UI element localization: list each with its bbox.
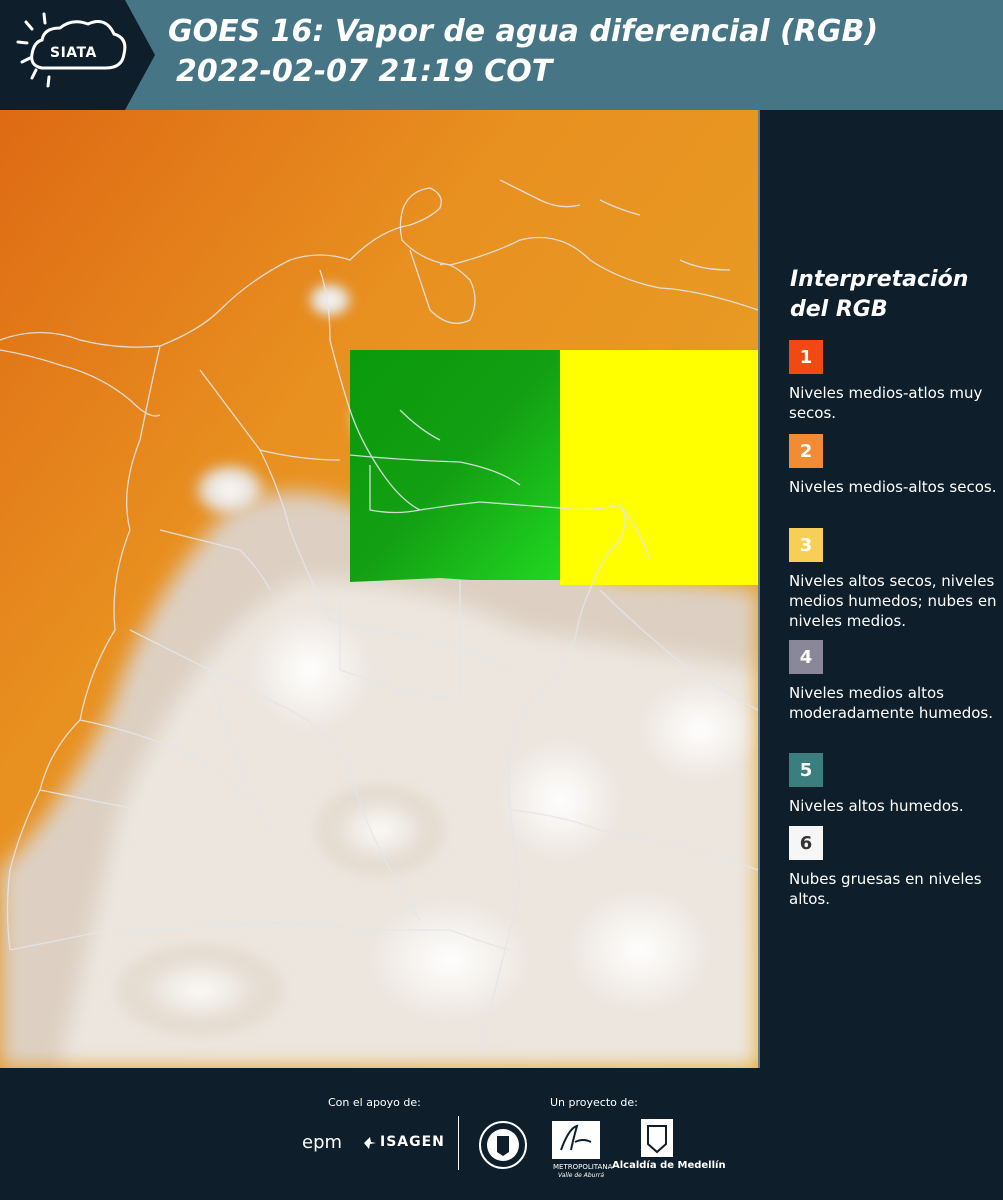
legend-item: 3 Niveles altos secos, niveles medios hu…: [789, 528, 999, 631]
legend-panel: Interpretación del RGB 1 Niveles medios-…: [758, 110, 1003, 1068]
legend-item: 4 Niveles medios altos moderadamente hum…: [789, 640, 999, 723]
legend-text: Nubes gruesas en niveles altos.: [789, 870, 982, 908]
seal-icon: [479, 1121, 527, 1169]
epm-logo: epm: [302, 1132, 343, 1153]
legend-swatch: 1: [789, 340, 823, 374]
legend-text: Niveles medios-atlos muy secos.: [789, 384, 983, 422]
satellite-image: [0, 110, 758, 1068]
legend-title: Interpretación del RGB: [790, 267, 969, 322]
alcaldia-shield-icon: [641, 1119, 673, 1157]
legend-item: 5 Niveles altos humedos.: [789, 753, 999, 816]
legend-text: Niveles altos secos, niveles medios hume…: [789, 572, 997, 630]
legend-text: Niveles medios-altos secos.: [789, 478, 997, 496]
legend-item: 2 Niveles medios-altos secos.: [789, 434, 999, 497]
yellow-data-block: [560, 350, 758, 585]
isagen-logo: ISAGEN: [380, 1134, 445, 1150]
isagen-icon: [364, 1137, 376, 1149]
legend-text: Niveles medios altos moderadamente humed…: [789, 684, 993, 722]
green-data-block: [350, 350, 562, 582]
footer-divider: [458, 1116, 459, 1170]
legend-swatch: 4: [789, 640, 823, 674]
page-title: GOES 16: Vapor de agua diferencial (RGB): [168, 14, 879, 49]
page-timestamp: 2022-02-07 21:19 COT: [176, 54, 553, 89]
satellite-map: [0, 110, 758, 1068]
project-caption: Un proyecto de:: [550, 1096, 638, 1109]
legend-swatch: 3: [789, 528, 823, 562]
legend-swatch: 6: [789, 826, 823, 860]
legend-swatch: 2: [789, 434, 823, 468]
area-metropolitana-icon: [552, 1121, 600, 1159]
legend-text: Niveles altos humedos.: [789, 797, 964, 815]
footer: Con el apoyo de: Un proyecto de: epm ISA…: [0, 1068, 1003, 1200]
logo-text: SIATA: [50, 45, 97, 61]
alcaldia-text: Alcaldía de Medellín: [612, 1160, 726, 1171]
header-bar: SIATA GOES 16: Vapor de agua diferencial…: [0, 0, 1003, 110]
support-caption: Con el apoyo de:: [328, 1096, 421, 1109]
legend-item: 1 Niveles medios-atlos muy secos.: [789, 340, 999, 423]
legend-item: 6 Nubes gruesas en niveles altos.: [789, 826, 999, 909]
metropolitana-subtitle: Valle de Aburrá: [558, 1172, 605, 1179]
metropolitana-text: METROPOLITANA: [553, 1163, 613, 1171]
legend-swatch: 5: [789, 753, 823, 787]
